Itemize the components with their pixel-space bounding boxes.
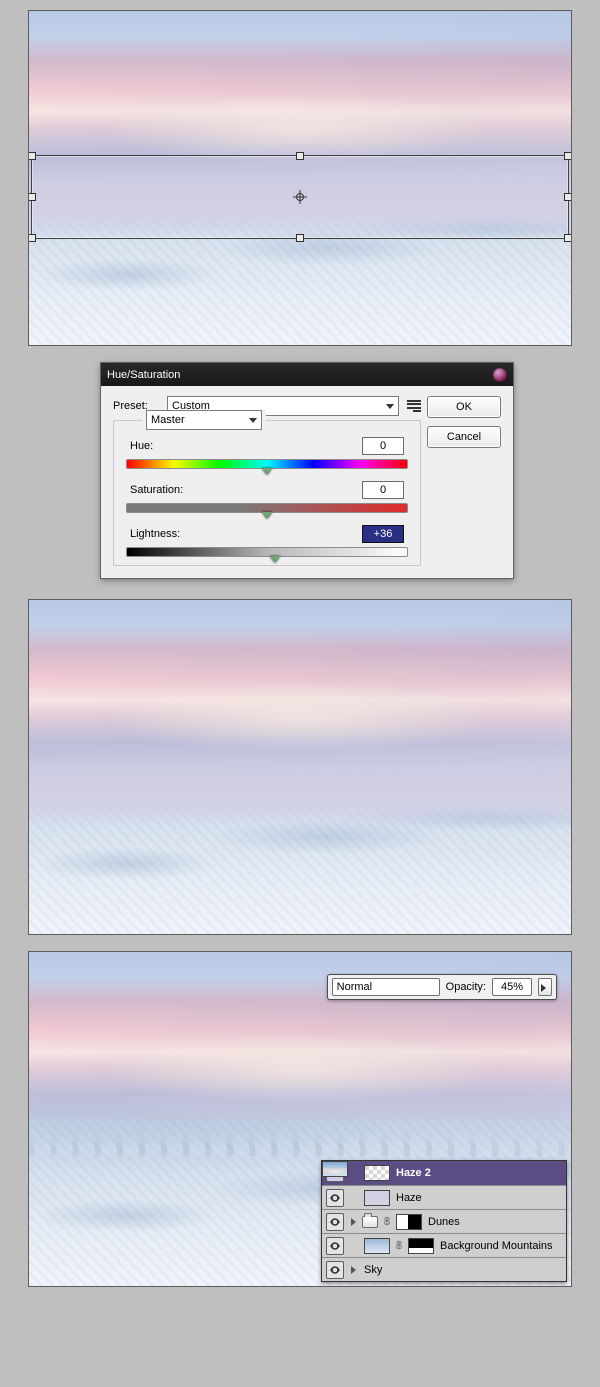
hue-slider[interactable] xyxy=(126,459,408,469)
layer-name[interactable]: Haze xyxy=(394,1192,562,1204)
ok-button[interactable]: OK xyxy=(427,396,501,418)
transform-center-icon[interactable] xyxy=(293,190,307,204)
lightness-input[interactable]: +36 xyxy=(362,525,404,543)
eye-icon xyxy=(329,1264,341,1276)
canvas-preview-1 xyxy=(28,10,572,346)
blend-mode-value: Normal xyxy=(337,981,372,993)
visibility-toggle[interactable] xyxy=(326,1237,344,1255)
lightness-slider[interactable] xyxy=(126,547,408,557)
handle-mid-left[interactable] xyxy=(28,193,36,201)
chevron-right-icon xyxy=(541,984,550,992)
visibility-toggle[interactable] xyxy=(326,1189,344,1207)
saturation-label: Saturation: xyxy=(130,484,183,496)
saturation-input[interactable]: 0 xyxy=(362,481,404,499)
haze-band xyxy=(29,748,571,826)
handle-bot-left[interactable] xyxy=(28,234,36,242)
hue-label: Hue: xyxy=(130,440,153,452)
disclosure-toggle[interactable] xyxy=(348,1266,358,1274)
handle-bot-mid[interactable] xyxy=(296,234,304,242)
chevron-down-icon xyxy=(249,418,257,423)
transform-selection[interactable] xyxy=(31,155,569,239)
handle-top-mid[interactable] xyxy=(296,152,304,160)
disclosure-toggle[interactable] xyxy=(348,1218,358,1226)
layer-row-haze-2[interactable]: Haze 2 xyxy=(322,1161,566,1185)
layer-thumb xyxy=(364,1190,390,1206)
opacity-input[interactable]: 45% xyxy=(492,978,532,996)
visibility-toggle[interactable] xyxy=(326,1261,344,1279)
channel-value: Master xyxy=(151,414,185,426)
handle-bot-right[interactable] xyxy=(564,234,572,242)
eye-icon xyxy=(329,1192,341,1204)
layers-panel: Haze 2 Haze 𝟠 Dunes xyxy=(321,1160,567,1282)
mountains-region xyxy=(29,1132,571,1156)
dialog-titlebar[interactable]: Hue/Saturation xyxy=(101,363,513,386)
sky-region xyxy=(29,600,571,767)
layer-row-background-mountains[interactable]: 𝟠 Background Mountains xyxy=(322,1233,566,1257)
layer-row-dunes[interactable]: 𝟠 Dunes xyxy=(322,1209,566,1233)
layer-thumb xyxy=(364,1238,390,1254)
visibility-toggle[interactable] xyxy=(326,1213,344,1231)
layer-thumb xyxy=(364,1165,390,1181)
blend-opacity-bar: Normal Opacity: 45% xyxy=(327,974,557,1000)
layer-mask-thumb[interactable] xyxy=(396,1214,422,1230)
opacity-flyout-button[interactable] xyxy=(538,978,552,996)
layer-name[interactable]: Haze 2 xyxy=(394,1167,562,1179)
saturation-slider[interactable] xyxy=(126,503,408,513)
chevron-right-icon xyxy=(351,1218,356,1226)
slider-thumb-icon[interactable] xyxy=(262,512,272,519)
chevron-down-icon xyxy=(386,404,394,409)
blend-mode-select[interactable]: Normal xyxy=(332,978,440,996)
cancel-button[interactable]: Cancel xyxy=(427,426,501,448)
layer-mask-thumb[interactable] xyxy=(408,1238,434,1254)
layer-name[interactable]: Dunes xyxy=(426,1216,562,1228)
layer-name[interactable]: Sky xyxy=(362,1264,562,1276)
dialog-title: Hue/Saturation xyxy=(107,369,180,381)
canvas-preview-3: Normal Opacity: 45% Haze 2 xyxy=(28,951,572,1287)
opacity-label: Opacity: xyxy=(446,981,486,993)
lightness-label: Lightness: xyxy=(130,528,180,540)
chevron-right-icon xyxy=(351,1266,356,1274)
close-icon[interactable] xyxy=(493,368,507,382)
eye-icon xyxy=(329,1240,341,1252)
eye-icon xyxy=(329,1216,341,1228)
layer-name[interactable]: Background Mountains xyxy=(438,1240,562,1252)
folder-icon xyxy=(362,1216,378,1228)
handle-top-left[interactable] xyxy=(28,152,36,160)
link-icon: 𝟠 xyxy=(382,1215,392,1229)
channel-select[interactable]: Master xyxy=(146,410,262,430)
canvas-preview-2 xyxy=(28,599,572,935)
handle-top-right[interactable] xyxy=(564,152,572,160)
handle-mid-right[interactable] xyxy=(564,193,572,201)
link-icon: 𝟠 xyxy=(394,1239,404,1253)
layer-row-sky[interactable]: Sky xyxy=(322,1257,566,1281)
slider-thumb-icon[interactable] xyxy=(262,468,272,475)
layer-row-haze[interactable]: Haze xyxy=(322,1185,566,1209)
hue-input[interactable]: 0 xyxy=(362,437,404,455)
hue-saturation-dialog: Hue/Saturation Preset: Custom Master xyxy=(100,362,514,579)
slider-thumb-icon[interactable] xyxy=(270,556,280,563)
preset-menu-icon[interactable] xyxy=(405,399,421,413)
layer-thumb xyxy=(322,1161,348,1177)
